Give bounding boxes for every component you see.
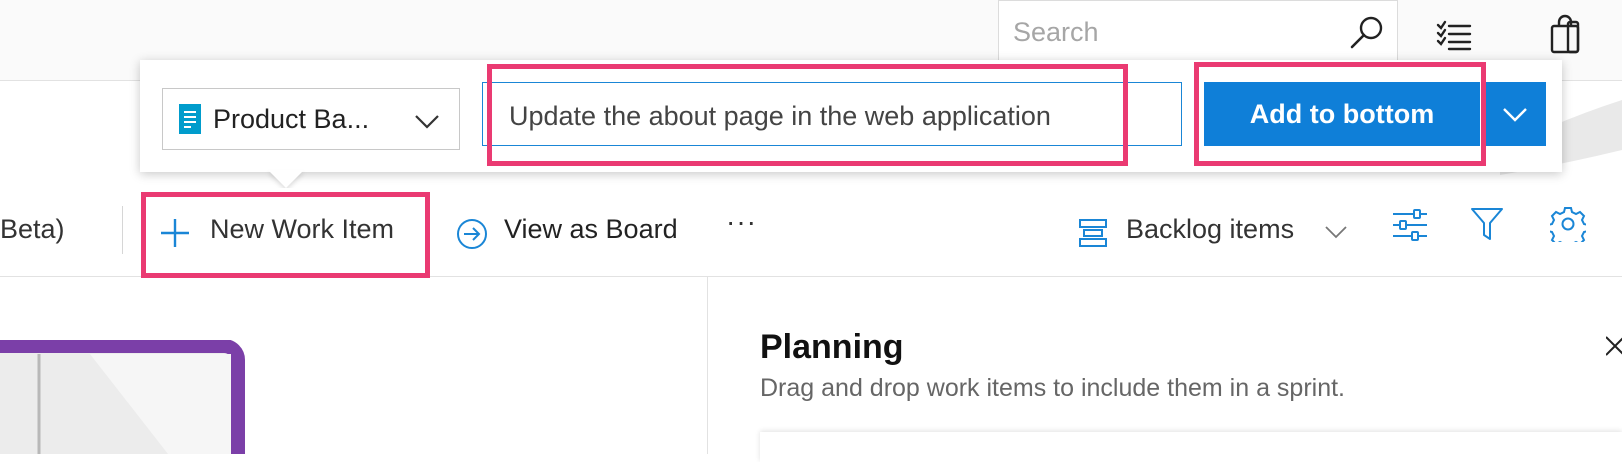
backlog-level-selector[interactable]: Backlog items [1076, 198, 1348, 266]
more-actions-button[interactable]: ··· [726, 206, 757, 238]
chevron-down-icon [415, 115, 439, 129]
pane-divider [707, 277, 708, 454]
new-work-item-button[interactable]: New Work Item [150, 198, 424, 266]
new-work-item-label: New Work Item [210, 214, 395, 244]
search-box[interactable] [998, 0, 1398, 62]
popup-pointer [268, 170, 304, 188]
chevron-down-icon [1325, 226, 1347, 239]
arrow-right-circle-icon [457, 219, 487, 249]
shopping-bag-icon[interactable] [1546, 14, 1586, 54]
toolbar-divider [122, 206, 123, 254]
add-position-dropdown-button[interactable] [1484, 82, 1546, 146]
backlog-toolbar: Beta) New Work Item View as Board ··· Ba… [0, 188, 1622, 277]
truncated-tab-label[interactable]: Beta) [0, 214, 65, 245]
work-item-title-input[interactable] [507, 93, 1151, 139]
work-item-type-select[interactable]: Product Ba... [162, 88, 460, 150]
close-icon[interactable] [1606, 332, 1622, 362]
empty-backlog-illustration [0, 340, 245, 454]
view-as-board-button[interactable]: View as Board [452, 198, 702, 266]
settings-gear-icon[interactable] [1550, 206, 1586, 242]
planning-title: Planning [760, 328, 904, 366]
view-as-board-label: View as Board [504, 214, 678, 244]
search-icon[interactable] [1347, 13, 1387, 53]
work-item-title-field[interactable] [482, 82, 1182, 146]
planning-subtitle: Drag and drop work items to include them… [760, 374, 1345, 402]
sprint-card [760, 432, 1622, 462]
chevron-down-icon [1503, 108, 1527, 122]
plus-icon [161, 219, 189, 247]
filter-icon[interactable] [1470, 206, 1504, 242]
view-options-icon[interactable] [1392, 208, 1428, 242]
work-item-type-label: Product Ba... [213, 103, 370, 134]
add-to-bottom-button[interactable]: Add to bottom [1204, 82, 1480, 146]
quick-add-popup: Product Ba... Add to bottom [140, 60, 1562, 172]
backlog-level-icon [1079, 219, 1107, 247]
backlog-level-label: Backlog items [1126, 214, 1295, 244]
product-backlog-item-icon [179, 104, 201, 134]
search-input[interactable] [1011, 13, 1335, 51]
checklist-icon[interactable] [1434, 14, 1474, 54]
